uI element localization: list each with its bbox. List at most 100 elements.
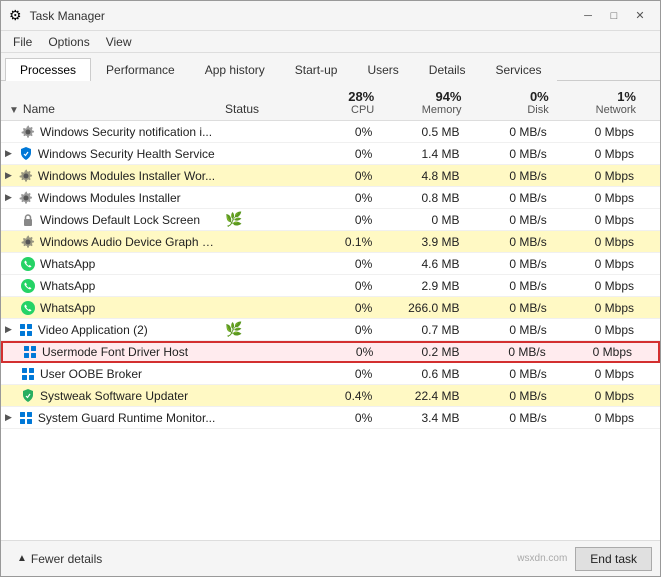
cell-network: 0 Mbps: [552, 344, 638, 360]
chevron-down-icon: ▲: [17, 553, 27, 564]
cell-status: [221, 241, 291, 243]
tab-services[interactable]: Services: [480, 58, 556, 81]
cell-disk: 0 MB/s: [466, 124, 553, 140]
cell-cpu: 0%: [291, 124, 378, 140]
cell-process-name: ▶ Windows Modules Installer Wor...: [1, 167, 221, 185]
table-row[interactable]: Windows Default Lock Screen 🌿 0% 0 MB 0 …: [1, 209, 660, 231]
cell-memory: 266.0 MB: [378, 300, 465, 316]
process-name-text: Windows Modules Installer Wor...: [38, 169, 215, 183]
cell-network: 0 Mbps: [553, 146, 640, 162]
process-icon: [18, 168, 34, 184]
col-header-disk[interactable]: 0% Disk: [466, 87, 553, 118]
cell-network: 0 Mbps: [553, 212, 640, 228]
cell-process-name: Windows Security notification i...: [1, 123, 221, 141]
cell-memory: 0.7 MB: [378, 322, 465, 338]
col-header-cpu[interactable]: 28% CPU: [291, 87, 378, 118]
cell-status: [221, 153, 291, 155]
process-name-text: WhatsApp: [40, 301, 95, 315]
cell-cpu: 0%: [291, 322, 378, 338]
cell-network: 0 Mbps: [553, 168, 640, 184]
table-row[interactable]: Windows Audio Device Graph Is... 0.1% 3.…: [1, 231, 660, 253]
tab-users[interactable]: Users: [352, 58, 413, 81]
cell-memory: 0.5 MB: [378, 124, 465, 140]
tab-details[interactable]: Details: [414, 58, 481, 81]
cell-disk: 0 MB/s: [466, 366, 553, 382]
cell-process-name: ▶ Windows Security Health Service: [1, 145, 221, 163]
cell-disk: 0 MB/s: [466, 190, 553, 206]
col-header-network[interactable]: 1% Network: [553, 87, 640, 118]
table-row[interactable]: WhatsApp 0% 2.9 MB 0 MB/s 0 Mbps: [1, 275, 660, 297]
status-leaf-icon: 🌿: [225, 211, 242, 228]
cell-cpu: 0%: [291, 190, 378, 206]
process-name-text: WhatsApp: [40, 257, 95, 271]
table-row[interactable]: ▶ System Guard Runtime Monitor... 0% 3.4…: [1, 407, 660, 429]
cell-memory: 1.4 MB: [378, 146, 465, 162]
menu-options[interactable]: Options: [40, 33, 97, 51]
process-name-text: WhatsApp: [40, 279, 95, 293]
cell-memory: 3.9 MB: [378, 234, 465, 250]
cell-cpu: 0%: [291, 256, 378, 272]
cell-memory: 0.8 MB: [378, 190, 465, 206]
footer: ▲ Fewer details wsxdn.com End task: [1, 540, 660, 576]
cell-process-name: Windows Audio Device Graph Is...: [1, 233, 221, 251]
end-task-button[interactable]: End task: [575, 547, 652, 571]
cell-network: 0 Mbps: [553, 256, 640, 272]
close-button[interactable]: ✕: [628, 6, 652, 26]
tab-app-history[interactable]: App history: [190, 58, 280, 81]
cell-status: [221, 373, 291, 375]
process-name-text: Systweak Software Updater: [40, 389, 188, 403]
table-row[interactable]: WhatsApp 0% 266.0 MB 0 MB/s 0 Mbps: [1, 297, 660, 319]
table-row[interactable]: WhatsApp 0% 4.6 MB 0 MB/s 0 Mbps: [1, 253, 660, 275]
table-row[interactable]: User OOBE Broker 0% 0.6 MB 0 MB/s 0 Mbps: [1, 363, 660, 385]
process-name-text: Windows Default Lock Screen: [40, 213, 200, 227]
menu-file[interactable]: File: [5, 33, 40, 51]
cell-disk: 0 MB/s: [466, 278, 553, 294]
tab-startup[interactable]: Start-up: [280, 58, 353, 81]
cell-disk: 0 MB/s: [466, 344, 552, 360]
col-header-status[interactable]: Status: [221, 100, 291, 118]
cell-disk: 0 MB/s: [466, 146, 553, 162]
table-row[interactable]: ▶ Video Application (2) 🌿 0% 0.7 MB 0 MB…: [1, 319, 660, 341]
fewer-details-button[interactable]: ▲ Fewer details: [9, 548, 110, 570]
col-header-memory[interactable]: 94% Memory: [378, 87, 465, 118]
table-row[interactable]: Systweak Software Updater 0.4% 22.4 MB 0…: [1, 385, 660, 407]
cell-process-name: User OOBE Broker: [1, 365, 221, 383]
process-icon: [18, 322, 34, 338]
process-name-text: Video Application (2): [38, 323, 148, 337]
maximize-button[interactable]: □: [602, 6, 626, 26]
cell-memory: 0 MB: [378, 212, 465, 228]
cell-process-name: Windows Default Lock Screen: [1, 211, 221, 229]
table-row[interactable]: ▶ Windows Security Health Service 0% 1.4…: [1, 143, 660, 165]
tab-performance[interactable]: Performance: [91, 58, 190, 81]
cell-process-name: WhatsApp: [1, 255, 221, 273]
table-row[interactable]: ▶ Windows Modules Installer Wor... 0% 4.…: [1, 165, 660, 187]
cell-status: [221, 395, 291, 397]
process-icon: [20, 366, 36, 382]
cell-disk: 0 MB/s: [466, 388, 553, 404]
process-name-text: Windows Security Health Service: [38, 147, 215, 161]
cell-memory: 2.9 MB: [378, 278, 465, 294]
title-bar-controls: ─ □ ✕: [576, 6, 652, 26]
table-row[interactable]: Windows Security notification i... 0% 0.…: [1, 121, 660, 143]
cell-memory: 3.4 MB: [378, 410, 465, 426]
cell-disk: 0 MB/s: [466, 168, 553, 184]
tab-bar: Processes Performance App history Start-…: [1, 53, 660, 81]
process-name-text: System Guard Runtime Monitor...: [38, 411, 215, 425]
tab-processes[interactable]: Processes: [5, 58, 91, 81]
title-bar-left: ⚙ Task Manager: [9, 7, 105, 24]
watermark: wsxdn.com: [517, 553, 567, 564]
table-row[interactable]: Usermode Font Driver Host 0% 0.2 MB 0 MB…: [1, 341, 660, 363]
col-header-name[interactable]: ▼ Name: [1, 100, 221, 118]
title-bar: ⚙ Task Manager ─ □ ✕: [1, 1, 660, 31]
process-icon: [18, 410, 34, 426]
cell-process-name: Usermode Font Driver Host: [3, 343, 223, 361]
cell-network: 0 Mbps: [553, 278, 640, 294]
menu-view[interactable]: View: [98, 33, 140, 51]
table-row[interactable]: ▶ Windows Modules Installer 0% 0.8 MB 0 …: [1, 187, 660, 209]
process-name-text: Usermode Font Driver Host: [42, 345, 188, 359]
cell-status: 🌿: [221, 320, 291, 339]
minimize-button[interactable]: ─: [576, 6, 600, 26]
process-icon: [20, 300, 36, 316]
process-icon: [20, 278, 36, 294]
column-headers: ▼ Name Status 28% CPU 94% Memory 0% Disk…: [1, 81, 660, 121]
